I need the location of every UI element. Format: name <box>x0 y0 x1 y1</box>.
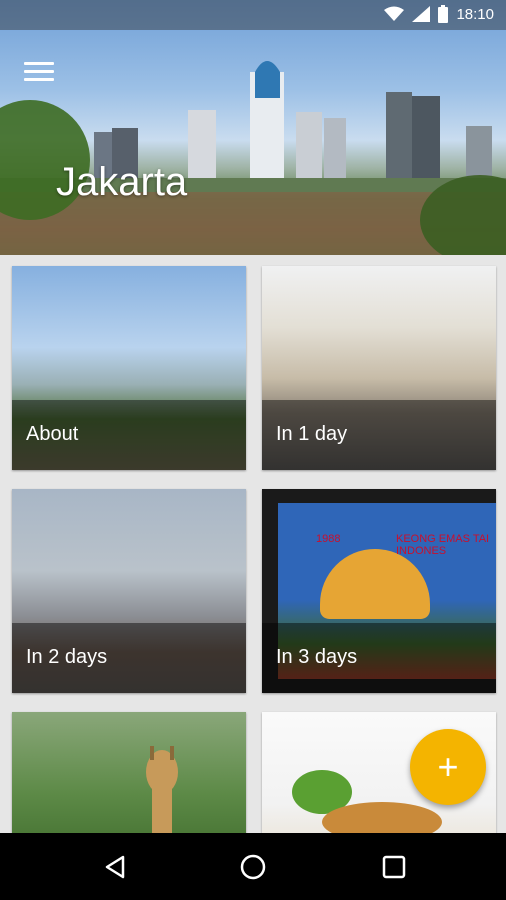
city-title: Jakarta <box>56 160 188 204</box>
card-label: In 3 days <box>276 646 358 668</box>
card-in-1-day[interactable]: In 1 day <box>262 266 496 470</box>
plus-icon: + <box>437 746 459 787</box>
navigation-bar <box>0 833 506 900</box>
card-label: In 2 days <box>26 646 108 668</box>
skyline-illustration <box>0 61 506 255</box>
card-zoo[interactable] <box>12 712 246 833</box>
wifi-icon <box>384 6 405 21</box>
card-about[interactable]: About <box>12 266 246 470</box>
add-fab-button[interactable]: + <box>410 729 486 805</box>
status-time: 18:10 <box>456 5 494 23</box>
stamp-dome <box>320 549 430 619</box>
signal-icon <box>412 6 431 22</box>
giraffe-illustration <box>146 746 178 833</box>
recent-apps-icon <box>382 855 406 879</box>
menu-icon <box>24 62 54 81</box>
card-in-3-days[interactable]: 1988 KEONG EMAS TAI INDONES In 3 days <box>262 489 496 693</box>
stamp-year: 1988 <box>316 533 341 545</box>
card-label: In 1 day <box>276 423 348 445</box>
home-button[interactable] <box>239 853 267 881</box>
card-label: About <box>26 423 79 445</box>
battery-icon <box>438 5 449 23</box>
card-in-2-days[interactable]: In 2 days <box>12 489 246 693</box>
status-bar: 18:10 <box>0 0 506 30</box>
back-icon <box>105 855 125 879</box>
city-header: Jakarta <box>0 0 506 255</box>
home-icon <box>240 854 266 880</box>
menu-button[interactable] <box>24 62 54 86</box>
stamp-caption: KEONG EMAS TAI INDONES <box>396 533 490 557</box>
recent-apps-button[interactable] <box>380 853 408 881</box>
back-button[interactable] <box>101 853 129 881</box>
